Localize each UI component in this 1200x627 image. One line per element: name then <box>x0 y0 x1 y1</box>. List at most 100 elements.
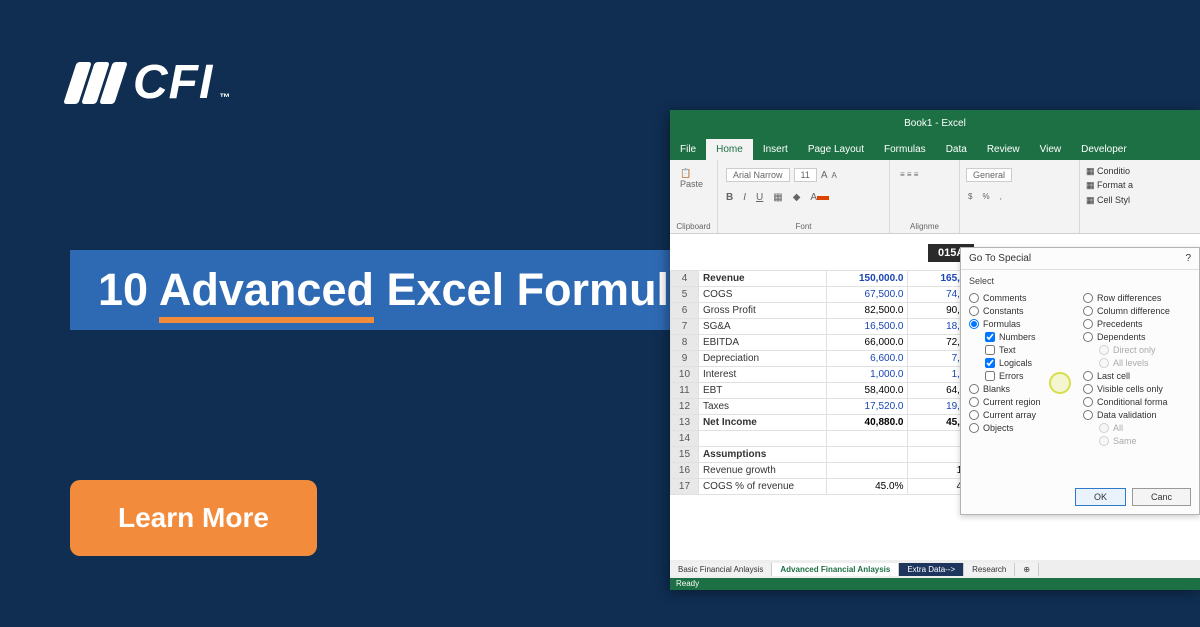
option-text[interactable]: Text <box>985 345 1077 355</box>
sheet-tab[interactable]: Research <box>964 563 1015 576</box>
font-size-select[interactable]: 11 <box>794 168 817 182</box>
option-comments[interactable]: Comments <box>969 293 1077 303</box>
option-objects[interactable]: Objects <box>969 423 1077 433</box>
ribbon-tab-insert[interactable]: Insert <box>753 139 798 160</box>
ribbon-tab-home[interactable]: Home <box>706 139 753 160</box>
table-row: 17COGS % of revenue45.0%45.0% <box>671 479 990 495</box>
option-current-region[interactable]: Current region <box>969 397 1077 407</box>
table-row: 6Gross Profit82,500.090,750.0 <box>671 303 990 319</box>
learn-more-button[interactable]: Learn More <box>70 480 317 556</box>
option-precedents[interactable]: Precedents <box>1083 319 1191 329</box>
table-row: 14 <box>671 431 990 447</box>
option-errors[interactable]: Errors <box>985 371 1077 381</box>
ribbon-tab-review[interactable]: Review <box>977 139 1030 160</box>
dialog-help-icon[interactable]: ? <box>1185 253 1191 264</box>
dialog-cancel-button[interactable]: Canc <box>1132 488 1191 506</box>
table-row: 10Interest1,000.01,000.0 <box>671 367 990 383</box>
new-sheet-button[interactable]: ⊕ <box>1015 563 1039 576</box>
dialog-options-left: Comments Constants Formulas Numbers Text Logi… <box>969 290 1077 449</box>
ribbon-tab-data[interactable]: Data <box>936 139 977 160</box>
table-row: 11EBT58,400.064,340.0 <box>671 383 990 399</box>
headline-emphasis: Advanced <box>159 264 374 323</box>
table-row: 7SG&A16,500.018,150.0 <box>671 319 990 335</box>
option-column-difference[interactable]: Column difference <box>1083 306 1191 316</box>
ribbon-group-label: Font <box>718 222 889 231</box>
logo-tm: ™ <box>219 92 231 104</box>
dialog-options-right: Row differences Column difference Preceden… <box>1083 290 1191 449</box>
table-row: 8EBITDA66,000.072,600.0 <box>671 335 990 351</box>
cell-styles-button[interactable]: ▦ Cell Styl <box>1086 193 1133 207</box>
option-numbers[interactable]: Numbers <box>985 332 1077 342</box>
option-last-cell[interactable]: Last cell <box>1083 371 1191 381</box>
option-blanks[interactable]: Blanks <box>969 384 1077 394</box>
option-conditional-forma[interactable]: Conditional forma <box>1083 397 1191 407</box>
underline-button[interactable]: U <box>756 192 763 203</box>
option-row-differences[interactable]: Row differences <box>1083 293 1191 303</box>
ribbon-tab-page-layout[interactable]: Page Layout <box>798 139 874 160</box>
ribbon-group-label: Alignme <box>890 222 959 231</box>
cfi-logo-mark <box>70 62 121 104</box>
dialog-titlebar: Go To Special ? <box>961 248 1199 270</box>
headline-line-1: 10 Advanced Excel Formulas <box>70 250 761 330</box>
go-to-special-dialog: Go To Special ? Select Comments Constants… <box>960 247 1200 515</box>
increase-font-icon[interactable]: A <box>821 170 828 181</box>
excel-ribbon-tabs: FileHomeInsertPage LayoutFormulasDataRev… <box>670 136 1200 160</box>
ribbon-tab-developer[interactable]: Developer <box>1071 139 1137 160</box>
paste-button[interactable]: 📋Paste <box>680 168 703 189</box>
table-row: 4Revenue150,000.0165,000.0 <box>671 271 990 287</box>
decrease-font-icon[interactable]: A <box>832 171 837 180</box>
sheet-tab[interactable]: Extra Data--> <box>899 563 964 576</box>
option-visible-cells-only[interactable]: Visible cells only <box>1083 384 1191 394</box>
option-all: All <box>1099 423 1191 433</box>
paste-label: Paste <box>680 179 703 189</box>
ribbon-group-styles: ▦ Conditio ▦ Format a ▦ Cell Styl <box>1080 160 1200 233</box>
ribbon-tab-file[interactable]: File <box>670 139 706 160</box>
ribbon-group-number: General $ % , <box>960 160 1080 233</box>
currency-icon[interactable]: $ <box>968 192 972 201</box>
excel-ribbon: 📋Paste Clipboard Arial Narrow 11 A A B I… <box>670 160 1200 234</box>
option-same: Same <box>1099 436 1191 446</box>
excel-sheet-tabs: Basic Financial AnlaysisAdvanced Financi… <box>670 560 1200 578</box>
fill-color-button[interactable]: ◆ <box>793 192 801 203</box>
sheet-tab[interactable]: Basic Financial Anlaysis <box>670 563 772 576</box>
font-color-button[interactable]: A <box>810 192 829 203</box>
excel-titlebar: Book1 - Excel <box>670 110 1200 136</box>
format-table-button[interactable]: ▦ Format a <box>1086 178 1133 192</box>
cfi-logo: CFI ™ <box>70 55 213 110</box>
number-format-select[interactable]: General <box>966 168 1012 182</box>
headline-rest: Excel Formulas <box>374 264 719 315</box>
ribbon-tab-formulas[interactable]: Formulas <box>874 139 936 160</box>
percent-icon[interactable]: % <box>982 192 989 201</box>
italic-button[interactable]: I <box>743 192 746 203</box>
bold-button[interactable]: B <box>726 192 733 203</box>
ribbon-group-clipboard: 📋Paste Clipboard <box>670 160 718 233</box>
ribbon-group-alignment: ≡ ≡ ≡ Alignme <box>890 160 960 233</box>
option-direct-only: Direct only <box>1099 345 1191 355</box>
option-formulas[interactable]: Formulas <box>969 319 1077 329</box>
financial-table: 4Revenue150,000.0165,000.05COGS67,500.07… <box>670 270 990 495</box>
option-constants[interactable]: Constants <box>969 306 1077 316</box>
table-row: 15Assumptions <box>671 447 990 463</box>
table-row: 5COGS67,500.074,250.0 <box>671 287 990 303</box>
table-row: 13Net Income40,880.045,038.0 <box>671 415 990 431</box>
ribbon-tab-view[interactable]: View <box>1030 139 1072 160</box>
option-all-levels: All levels <box>1099 358 1191 368</box>
comma-icon[interactable]: , <box>1000 192 1002 201</box>
table-row: 12Taxes17,520.019,302.0 <box>671 399 990 415</box>
option-dependents[interactable]: Dependents <box>1083 332 1191 342</box>
dialog-section-label: Select <box>969 276 1191 286</box>
font-name-select[interactable]: Arial Narrow <box>726 168 790 182</box>
dialog-ok-button[interactable]: OK <box>1075 488 1126 506</box>
sheet-tab[interactable]: Advanced Financial Anlaysis <box>772 563 899 576</box>
ribbon-group-label: Clipboard <box>670 222 717 231</box>
option-logicals[interactable]: Logicals <box>985 358 1077 368</box>
border-button[interactable]: ▦ <box>773 192 782 203</box>
option-current-array[interactable]: Current array <box>969 410 1077 420</box>
table-row: 16Revenue growth10.0% <box>671 463 990 479</box>
conditional-formatting-button[interactable]: ▦ Conditio <box>1086 164 1133 178</box>
excel-status-bar: Ready <box>670 578 1200 590</box>
option-data-validation[interactable]: Data validation <box>1083 410 1191 420</box>
headline-prefix: 10 <box>98 264 159 315</box>
table-row: 9Depreciation6,600.07,260.0 <box>671 351 990 367</box>
dialog-title-text: Go To Special <box>969 253 1031 264</box>
